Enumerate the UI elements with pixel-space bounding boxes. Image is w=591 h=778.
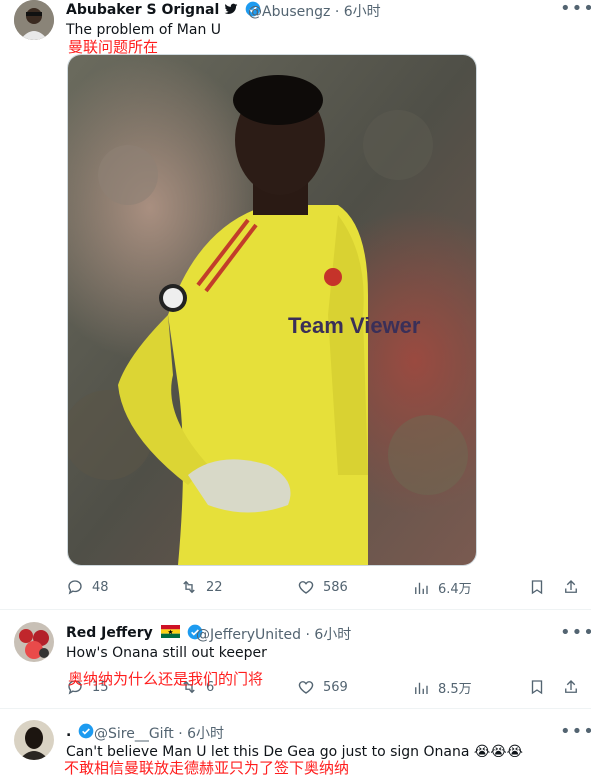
tweet-time[interactable]: · 6小时: [306, 627, 352, 643]
reply-count: 48: [92, 579, 109, 595]
translation-text: 奥纳纳为什么还是我们的门将: [68, 670, 264, 688]
bookmark-icon: [531, 680, 543, 695]
avatar-image: [14, 720, 54, 760]
view-count: 8.5万: [438, 682, 472, 697]
share-icon: [565, 680, 577, 693]
more-options-icon[interactable]: •••: [560, 0, 591, 18]
tweet-meta: @Abusengz · 6小时: [248, 1, 381, 21]
avatar-image: [14, 622, 54, 662]
retweet-icon: [183, 580, 195, 594]
ghana-flag-icon: [160, 625, 180, 638]
author-handle[interactable]: @JefferyUnited: [196, 627, 301, 643]
like-count: 569: [323, 679, 348, 695]
like-button[interactable]: 586: [297, 578, 348, 596]
author-name-text: .: [66, 724, 72, 740]
author-name[interactable]: .: [66, 723, 96, 740]
author-handle[interactable]: @Abusengz: [248, 4, 330, 20]
avatar[interactable]: [14, 622, 54, 662]
views-button[interactable]: 8.5万: [412, 678, 472, 697]
divider: [0, 609, 591, 610]
tweet-photo[interactable]: Team Viewer: [67, 54, 477, 566]
bird-icon: [224, 3, 238, 15]
view-count: 6.4万: [438, 582, 472, 597]
more-options-icon[interactable]: •••: [560, 723, 591, 741]
tweet-meta: @JefferyUnited · 6小时: [196, 624, 351, 644]
author-name-text: Red Jeffery: [66, 625, 153, 641]
tweet-meta: @Sire__Gift · 6小时: [94, 723, 224, 743]
views-chart-icon: [415, 582, 428, 594]
shirt-sponsor-text: Team Viewer: [288, 313, 421, 338]
views-button[interactable]: 6.4万: [412, 578, 472, 597]
like-count: 586: [323, 579, 348, 595]
author-handle[interactable]: @Sire__Gift: [94, 726, 174, 742]
bookmark-icon: [531, 580, 543, 595]
more-options-icon[interactable]: •••: [560, 624, 591, 642]
divider: [0, 708, 591, 709]
heart-icon: [298, 681, 314, 694]
retweet-button[interactable]: 22: [180, 578, 223, 596]
like-button[interactable]: 569: [297, 678, 348, 696]
avatar-image: [14, 0, 54, 40]
share-icon: [565, 580, 577, 593]
avatar[interactable]: [14, 720, 54, 760]
author-name[interactable]: Red Jeffery: [66, 624, 205, 641]
tweet-text: How's Onana still out keeper: [66, 645, 267, 661]
photo-image: Team Viewer: [68, 55, 476, 565]
tweet-time[interactable]: · 6小时: [178, 726, 224, 742]
author-name[interactable]: Abubaker S Orignal: [66, 1, 263, 18]
bookmark-button[interactable]: [528, 678, 546, 696]
bookmark-button[interactable]: [528, 578, 546, 596]
share-button[interactable]: [562, 578, 580, 596]
reply-button[interactable]: 48: [66, 578, 109, 596]
verified-badge-icon: [78, 723, 94, 739]
author-name-text: Abubaker S Orignal: [66, 2, 220, 18]
translation-text: 不敢相信曼联放走德赫亚只为了签下奥纳纳: [64, 759, 350, 777]
retweet-count: 22: [206, 579, 223, 595]
avatar[interactable]: [14, 0, 54, 40]
reply-icon: [68, 580, 82, 595]
share-button[interactable]: [562, 678, 580, 696]
heart-icon: [298, 581, 314, 594]
views-chart-icon: [415, 682, 428, 694]
tweet-time[interactable]: · 6小时: [335, 4, 381, 20]
